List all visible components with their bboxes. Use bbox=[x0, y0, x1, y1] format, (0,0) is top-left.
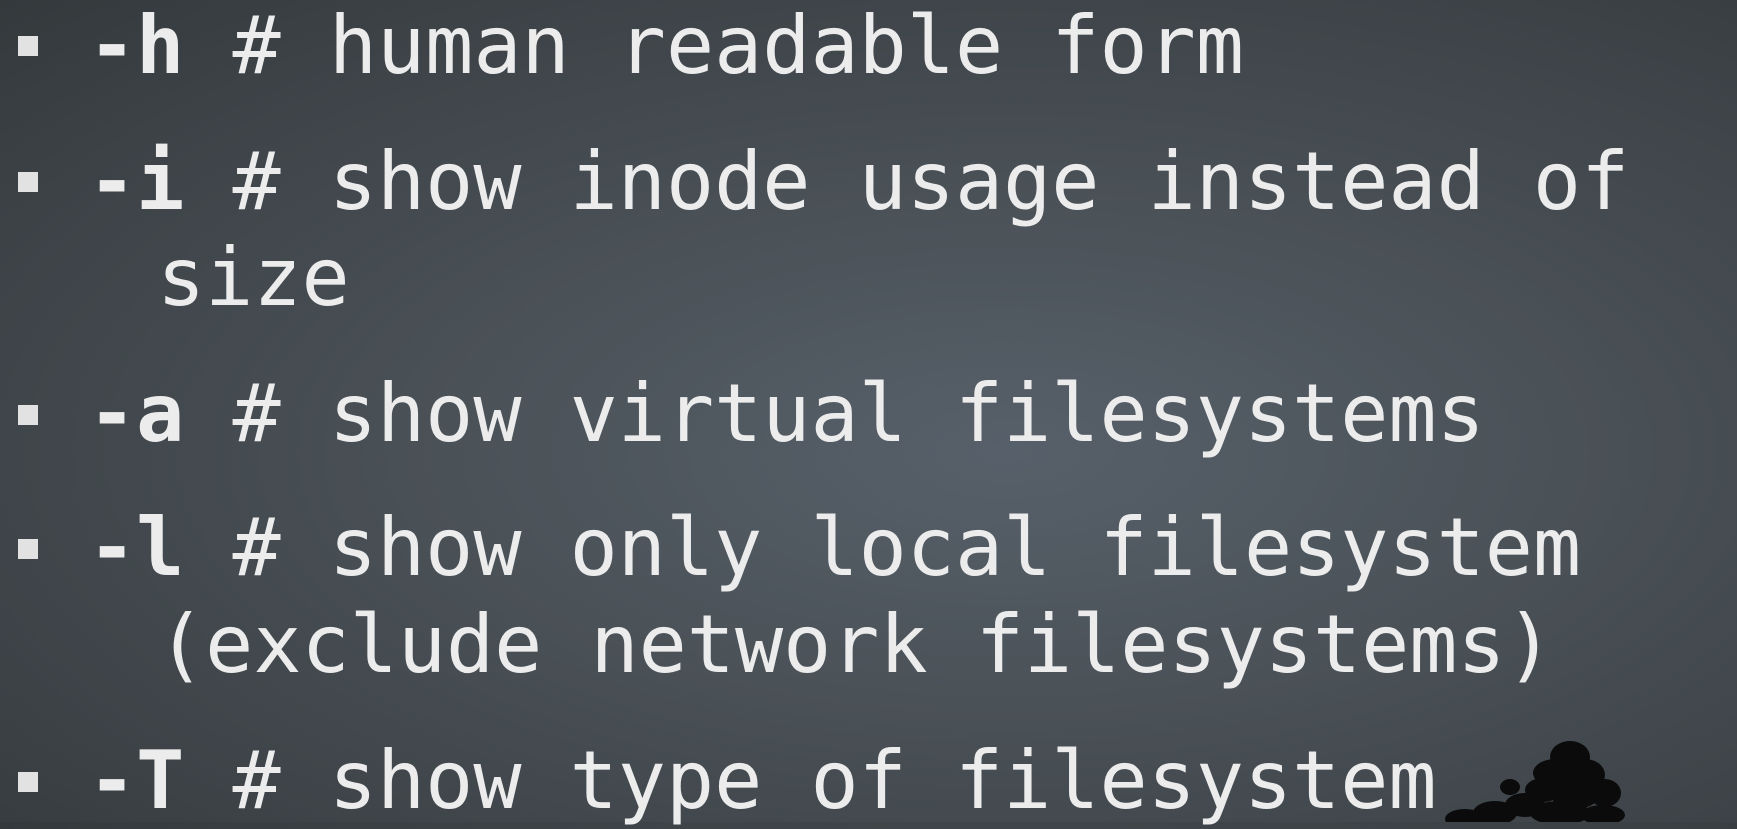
square-bullet-icon bbox=[18, 772, 38, 792]
option-flag: -a bbox=[88, 367, 185, 460]
option-continuation: size bbox=[157, 231, 350, 324]
square-bullet-icon bbox=[18, 539, 38, 559]
square-bullet-icon bbox=[18, 36, 38, 56]
option-line: -h # human readable form bbox=[88, 0, 1244, 94]
option-line: -a # show virtual filesystems bbox=[88, 366, 1485, 462]
option-line: -T # show type of filesystem bbox=[88, 733, 1437, 829]
square-bullet-icon bbox=[18, 405, 38, 425]
slide: -h # human readable form -i # show inode… bbox=[0, 0, 1737, 827]
option-flag: -T bbox=[88, 734, 185, 827]
tree-silhouette-icon bbox=[1445, 741, 1625, 822]
option-line: -i # show inode usage instead of bbox=[88, 134, 1629, 230]
option-description: # show virtual filesystems bbox=[184, 367, 1485, 460]
option-description: # show only local filesystem bbox=[184, 501, 1582, 594]
option-description: # human readable form bbox=[184, 0, 1244, 92]
square-bullet-icon bbox=[18, 172, 38, 192]
option-line: -l # show only local filesystem bbox=[88, 500, 1581, 596]
option-continuation: (exclude network filesystems) bbox=[157, 598, 1554, 691]
option-flag: -i bbox=[88, 135, 185, 228]
option-flag: -h bbox=[88, 0, 185, 92]
option-flag: -l bbox=[88, 501, 185, 594]
option-description: # show type of filesystem bbox=[184, 734, 1437, 827]
option-description: # show inode usage instead of bbox=[184, 135, 1630, 228]
